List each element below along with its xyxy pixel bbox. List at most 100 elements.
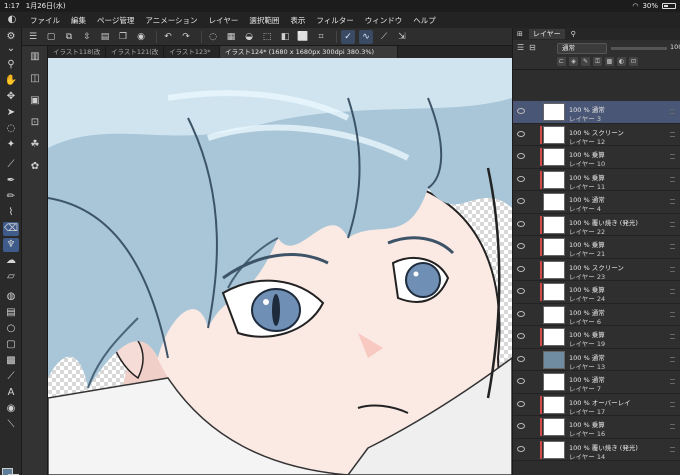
visibility-eye-icon[interactable] xyxy=(517,445,525,452)
layer-name[interactable]: レイヤー 21 xyxy=(569,248,605,258)
layer-name[interactable]: レイヤー 14 xyxy=(569,451,605,461)
clip-icon[interactable]: ⊏ xyxy=(557,57,566,66)
line-icon[interactable]: ⟋ xyxy=(3,370,19,384)
visibility-eye-icon[interactable] xyxy=(517,198,525,204)
export-icon[interactable]: ⇲ xyxy=(395,30,409,44)
layer-name[interactable]: レイヤー 12 xyxy=(569,136,605,146)
drag-handle-icon[interactable] xyxy=(670,401,675,407)
layer-row[interactable]: 100 % 乗算 レイヤー 16 xyxy=(513,416,680,439)
tab-doc-124[interactable]: イラスト124* (1680 x 1680px 300dpi 380.3%) xyxy=(220,46,398,58)
reference-icon[interactable]: ◈ xyxy=(569,57,578,66)
shape-icon[interactable]: ○ xyxy=(3,322,19,336)
drag-handle-icon[interactable] xyxy=(670,289,675,294)
menu-filter[interactable]: フィルター xyxy=(316,15,353,26)
ruler-layer-icon[interactable]: ⊡ xyxy=(629,57,638,66)
eyedropper-icon[interactable]: ⟋ xyxy=(3,158,19,172)
layer-name[interactable]: レイヤー 10 xyxy=(569,158,605,168)
ruler-icon[interactable]: ⟋ xyxy=(377,30,391,44)
layer-name[interactable]: レイヤー 22 xyxy=(569,226,605,236)
visibility-eye-icon[interactable] xyxy=(517,175,525,182)
menu-window[interactable]: ウィンドウ xyxy=(365,15,403,26)
visibility-eye-icon[interactable] xyxy=(517,355,525,362)
drag-handle-icon[interactable] xyxy=(670,446,675,452)
text-icon[interactable]: A xyxy=(3,386,19,400)
layer-row[interactable]: 100 % 覆い焼き (発光) レイヤー 22 xyxy=(513,213,680,236)
drag-handle-icon[interactable] xyxy=(670,131,675,137)
mask-icon[interactable]: ◐ xyxy=(617,57,626,66)
lock-icon[interactable]: ⚿ xyxy=(593,57,602,66)
layer-row[interactable]: 100 % 覆い焼き (発光) レイヤー 14 xyxy=(513,438,680,461)
balloon-icon[interactable]: ◉ xyxy=(3,402,19,416)
subtool-f-icon[interactable]: ✿ xyxy=(27,160,43,174)
grid-icon[interactable]: ▦ xyxy=(224,30,238,44)
hamburger-icon[interactable]: ☰ xyxy=(26,30,40,44)
subtool-a-icon[interactable]: ▥ xyxy=(27,50,43,64)
zoom-icon[interactable]: ⚲ xyxy=(3,58,19,72)
save-icon[interactable]: ▤ xyxy=(98,30,112,44)
visibility-eye-icon[interactable] xyxy=(517,333,525,339)
panel-search-icon[interactable]: ⚲ xyxy=(571,30,576,38)
ruler-tool-icon[interactable]: ▩ xyxy=(3,354,19,368)
canvas[interactable] xyxy=(48,58,512,475)
redo-icon[interactable]: ↷ xyxy=(179,30,193,44)
lasso-tool-icon[interactable]: ◌ xyxy=(3,122,19,136)
drag-handle-icon[interactable] xyxy=(670,109,675,114)
tab-layers[interactable]: レイヤー xyxy=(528,29,565,39)
layer-row[interactable]: 100 % 通常 レイヤー 3 xyxy=(513,101,680,124)
layer-row[interactable]: 100 % 乗算 レイヤー 19 xyxy=(513,326,680,349)
tab-doc-123[interactable]: イラスト123* xyxy=(164,46,220,58)
deselect-icon[interactable]: ⬜ xyxy=(296,30,310,44)
invert-icon[interactable]: ◧ xyxy=(278,30,292,44)
subtool-b-icon[interactable]: ◫ xyxy=(27,72,43,86)
layer-row[interactable]: 100 % 通常 レイヤー 6 xyxy=(513,303,680,326)
menu-help[interactable]: ヘルプ xyxy=(413,15,436,26)
decoration-icon[interactable]: ♆ xyxy=(3,238,19,252)
layer-name[interactable]: レイヤー 24 xyxy=(569,293,605,303)
drag-handle-icon[interactable] xyxy=(670,311,675,317)
frame-icon[interactable]: ▢ xyxy=(3,338,19,352)
drag-handle-icon[interactable] xyxy=(670,176,675,182)
menu-edit[interactable]: 編集 xyxy=(71,15,86,26)
layer-row[interactable]: 100 % スクリーン レイヤー 12 xyxy=(513,123,680,146)
visibility-eye-icon[interactable] xyxy=(517,130,525,137)
drag-handle-icon[interactable] xyxy=(670,154,675,159)
blend-mode-select[interactable]: 通常 xyxy=(557,43,607,54)
hand-icon[interactable]: ✋ xyxy=(3,74,19,88)
visibility-eye-icon[interactable] xyxy=(517,153,525,159)
menu-file[interactable]: ファイル xyxy=(30,15,60,26)
camera-icon[interactable]: ◉ xyxy=(134,30,148,44)
visibility-eye-icon[interactable] xyxy=(517,423,525,429)
visibility-eye-icon[interactable] xyxy=(517,220,525,227)
stepper-icon[interactable]: ⇳ xyxy=(80,30,94,44)
layer-row[interactable]: 100 % 通常 レイヤー 4 xyxy=(513,191,680,214)
blend-tool-icon[interactable]: ☁ xyxy=(3,254,19,268)
color-swatch[interactable] xyxy=(2,468,20,475)
alpha-lock-icon[interactable]: ▩ xyxy=(605,57,614,66)
pen-icon[interactable]: ✒ xyxy=(3,174,19,188)
layer-name[interactable]: レイヤー 7 xyxy=(569,383,601,393)
gradient-icon[interactable]: ▤ xyxy=(3,306,19,320)
layer-row[interactable]: 100 % スクリーン レイヤー 23 xyxy=(513,258,680,281)
transform-icon[interactable]: ⬚ xyxy=(260,30,274,44)
drag-handle-icon[interactable] xyxy=(670,221,675,227)
panel-grid-icon[interactable]: ⊞ xyxy=(517,30,523,38)
visibility-eye-icon[interactable] xyxy=(517,378,525,384)
subtool-c-icon[interactable]: ▣ xyxy=(27,94,43,108)
move-icon[interactable]: ✥ xyxy=(3,90,19,104)
visibility-eye-icon[interactable] xyxy=(517,243,525,249)
airbrush-icon[interactable]: ⌫ xyxy=(3,222,19,236)
visibility-eye-icon[interactable] xyxy=(517,265,525,272)
tab-doc-121[interactable]: イラスト121(改 xyxy=(106,46,164,58)
menu-selection[interactable]: 選択範囲 xyxy=(249,15,279,26)
menu-page[interactable]: ページ管理 xyxy=(97,15,134,26)
eraser-icon[interactable]: ▱ xyxy=(3,270,19,284)
visibility-eye-icon[interactable] xyxy=(517,288,525,294)
drag-handle-icon[interactable] xyxy=(670,334,675,339)
layer-row[interactable]: 100 % 乗算 レイヤー 24 xyxy=(513,281,680,304)
correction-icon[interactable]: ⟍ xyxy=(3,418,19,432)
visibility-eye-icon[interactable] xyxy=(517,108,525,114)
draft-icon[interactable]: ✎ xyxy=(581,57,590,66)
panel-menu-icon[interactable]: ☰ xyxy=(517,43,524,52)
undo-icon[interactable]: ↶ xyxy=(161,30,175,44)
arrow-icon[interactable]: ➤ xyxy=(3,106,19,120)
